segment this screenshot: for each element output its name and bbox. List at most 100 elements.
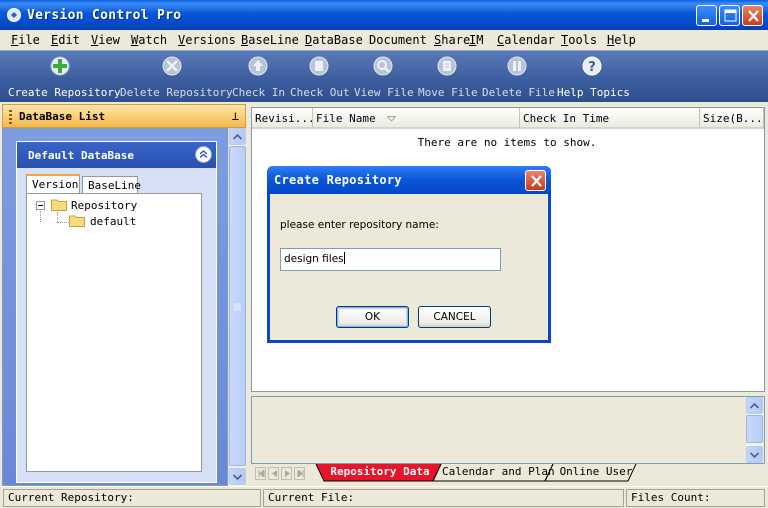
window-title: Version Control Pro xyxy=(27,8,182,23)
collapse-toggle[interactable] xyxy=(36,201,45,210)
tree-node-repository[interactable]: Repository xyxy=(71,199,137,212)
tree-node-default[interactable]: default xyxy=(90,215,136,228)
status-files-count: Files Count: xyxy=(626,489,765,507)
next-tab-button[interactable] xyxy=(281,467,292,480)
maximize-icon xyxy=(724,9,737,22)
tab-baseline[interactable]: BaseLine xyxy=(82,176,141,194)
menu-bar: File Edit View Watch Versions BaseLine D… xyxy=(0,30,768,50)
ok-button[interactable]: OK xyxy=(336,306,409,328)
tab-online-user[interactable]: Online User xyxy=(554,464,638,482)
menu-help[interactable]: Help xyxy=(607,33,636,47)
chevron-up-icon xyxy=(750,403,759,409)
tab-repository-data[interactable]: Repository Data xyxy=(324,464,436,482)
chevron-down-icon xyxy=(750,452,759,458)
folder-icon xyxy=(69,215,85,227)
chevron-up-icon xyxy=(233,134,242,140)
add-icon xyxy=(50,56,70,76)
scroll-up-button[interactable] xyxy=(746,397,763,414)
menu-view[interactable]: View xyxy=(91,33,120,47)
check-in-icon xyxy=(248,56,268,76)
column-revision[interactable]: Revisi... xyxy=(252,108,313,129)
close-button[interactable] xyxy=(742,5,763,26)
delete-icon xyxy=(162,56,182,76)
collapse-icon[interactable] xyxy=(195,146,212,163)
minimize-button[interactable] xyxy=(696,5,717,26)
empty-list-message: There are no items to show. xyxy=(417,136,597,149)
sheet-tabs-bar: Repository Data Calendar and Plan Online… xyxy=(251,464,765,484)
tab-calendar-and-plan[interactable]: Calendar and Plan xyxy=(442,464,555,482)
tab-version[interactable]: Version xyxy=(26,174,80,193)
help-icon: ? xyxy=(582,56,602,76)
detail-scrollbar[interactable] xyxy=(746,397,763,463)
dialog-body: please enter repository name: design fil… xyxy=(270,194,548,340)
prev-icon xyxy=(272,470,277,477)
scroll-thumb[interactable] xyxy=(746,415,763,443)
menu-versions[interactable]: Versions xyxy=(178,33,236,47)
database-list-title: DataBase List xyxy=(19,110,106,123)
dialog-close-button[interactable] xyxy=(525,170,546,191)
first-tab-button[interactable] xyxy=(255,467,266,480)
maximize-button[interactable] xyxy=(719,5,740,26)
database-list-header: DataBase List ⊥ xyxy=(2,104,246,128)
status-current-file: Current File: xyxy=(263,489,624,507)
dialog-title: Create Repository xyxy=(274,173,402,187)
title-bar[interactable]: Version Control Pro xyxy=(0,0,768,30)
create-repository-button[interactable]: Create Repository xyxy=(8,55,121,99)
next-icon xyxy=(285,470,290,477)
delete-repository-button[interactable]: Delete Repository xyxy=(120,55,233,99)
menu-file[interactable]: File xyxy=(11,33,40,47)
grip-icon[interactable] xyxy=(9,110,12,124)
toolbar: Create Repository Delete Repository Chec… xyxy=(0,50,768,102)
default-database-group: Default DataBase Version BaseLine Reposi… xyxy=(16,141,217,483)
check-out-button[interactable]: Check Out xyxy=(290,55,350,99)
folder-icon xyxy=(51,199,67,211)
check-in-button[interactable]: Check In xyxy=(232,55,285,99)
scroll-up-button[interactable] xyxy=(229,128,246,145)
default-database-header[interactable]: Default DataBase xyxy=(17,142,216,168)
database-list-body: Default DataBase Version BaseLine Reposi… xyxy=(2,128,228,486)
menu-document-share[interactable]: Document Share xyxy=(369,33,470,47)
column-check-in-time[interactable]: Check In Time xyxy=(520,108,700,129)
status-bar: Current Repository: Current File: Files … xyxy=(0,486,768,508)
repository-name-input[interactable]: design files xyxy=(280,248,501,271)
pin-icon[interactable]: ⊥ xyxy=(232,109,239,123)
repository-name-label: please enter repository name: xyxy=(280,219,439,231)
move-file-button[interactable]: Move File xyxy=(418,55,478,99)
minimize-icon xyxy=(702,19,709,22)
column-file-name[interactable]: File Name xyxy=(313,108,520,129)
svg-text:?: ? xyxy=(588,60,596,75)
scroll-down-button[interactable] xyxy=(746,446,763,463)
menu-tools[interactable]: Tools xyxy=(561,33,597,47)
last-tab-button[interactable] xyxy=(294,467,305,480)
prev-tab-button[interactable] xyxy=(268,467,279,480)
last-icon xyxy=(297,470,304,477)
database-list-panel: DataBase List ⊥ Default DataBase Version… xyxy=(2,104,246,486)
help-topics-button[interactable]: ? Help Topics xyxy=(557,55,630,99)
check-out-icon xyxy=(309,56,329,76)
magnifier-icon xyxy=(373,56,393,76)
scroll-down-button[interactable] xyxy=(229,468,246,485)
column-size[interactable]: Size(B... xyxy=(700,108,764,129)
menu-baseline[interactable]: BaseLine xyxy=(241,33,299,47)
chevron-down-icon xyxy=(233,474,242,480)
delete-file-icon xyxy=(507,56,527,76)
app-icon xyxy=(7,8,21,22)
cancel-button[interactable]: CANCEL xyxy=(418,306,491,328)
delete-file-button[interactable]: Delete File xyxy=(482,55,555,99)
detail-pane xyxy=(251,396,765,464)
menu-watch[interactable]: Watch xyxy=(131,33,167,47)
sort-down-icon xyxy=(387,116,396,122)
repository-tree: Repository default xyxy=(26,193,202,472)
left-panel-scrollbar[interactable] xyxy=(228,128,246,486)
view-file-button[interactable]: View File xyxy=(354,55,414,99)
menu-im[interactable]: IM xyxy=(469,33,483,47)
default-database-title: Default DataBase xyxy=(28,149,134,162)
menu-calendar[interactable]: Calendar xyxy=(497,33,555,47)
scroll-thumb[interactable] xyxy=(229,146,246,466)
dialog-title-bar[interactable]: Create Repository xyxy=(267,166,551,194)
status-current-repository: Current Repository: xyxy=(3,489,261,507)
first-icon xyxy=(258,470,265,477)
close-icon xyxy=(531,175,542,187)
menu-edit[interactable]: Edit xyxy=(51,33,80,47)
menu-database[interactable]: DataBase xyxy=(305,33,363,47)
